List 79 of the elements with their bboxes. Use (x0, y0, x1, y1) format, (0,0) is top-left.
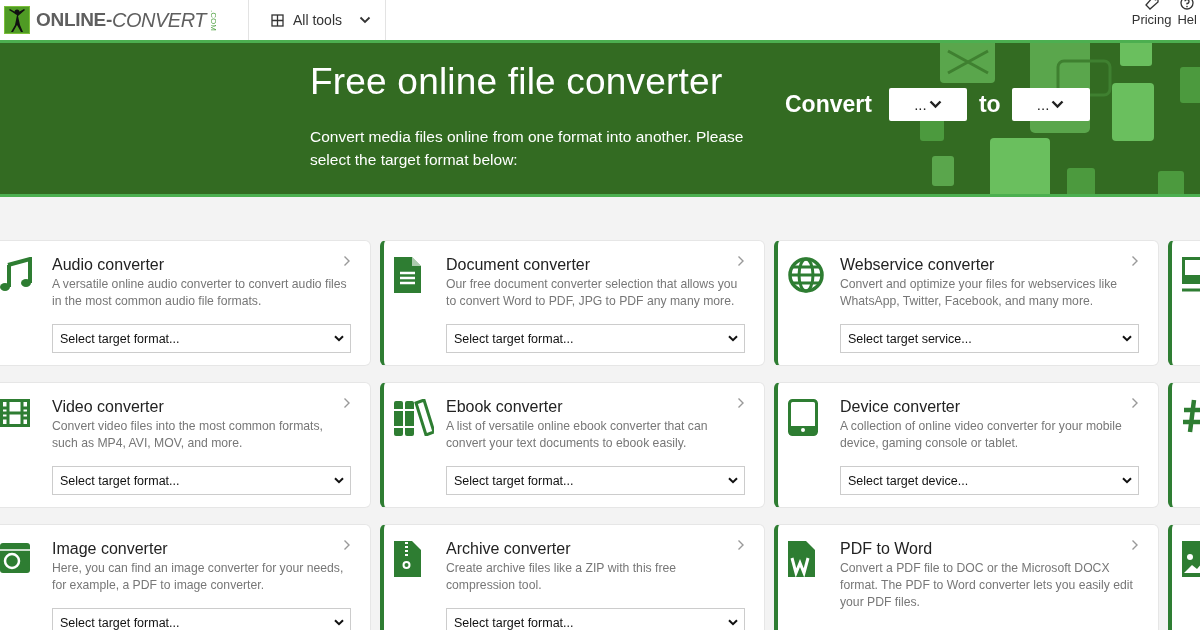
chevron-down-icon (728, 477, 738, 484)
chevron-right-icon (343, 255, 351, 267)
card-description: Convert a PDF file to DOC or the Microsoft DOCX format. The PDF to Word converter lets you easily edit your PDF files. (840, 560, 1134, 611)
converter-card[interactable]: Webservice converter Convert and optimize your files for webservices like WhatsApp, Twitter, Facebook, and many more. Select target service... (774, 240, 1159, 366)
chevron-right-icon (343, 539, 351, 551)
logo-text: ONLINE- (36, 9, 112, 31)
converter-card[interactable]: Video converter Convert video files into the most common formats, such as MP4, AVI, MOV, and more. Select target format... (0, 382, 371, 508)
converter-card[interactable]: Image converter Here, you can find an image converter for your needs, for example, a PDF to image converter. Select target format... (0, 524, 371, 630)
chevron-down-icon (1122, 335, 1132, 342)
grid-icon (271, 13, 284, 27)
chevron-right-icon (343, 397, 351, 409)
logo-icon (4, 6, 30, 34)
card-title: Video converter (52, 397, 164, 416)
card-title: Image converter (52, 539, 168, 558)
chevron-down-icon (728, 335, 738, 342)
target-format-select[interactable]: Select target format... (446, 324, 745, 353)
to-label: to (978, 91, 1001, 118)
help-icon (1180, 0, 1195, 10)
chevron-down-icon (334, 477, 344, 484)
hero-subtitle: Convert media files online from one format into another. Please select the target format below: (310, 127, 745, 170)
card-description: Our free document converter selection that allows you to convert Word to PDF, JPG to PDF any many more. (446, 276, 739, 310)
card-title: Webservice converter (840, 255, 995, 274)
card-description: A collection of online video converter for your mobile device, gaming console or tablet. (840, 418, 1123, 452)
chevron-down-icon (928, 100, 942, 109)
chevron-down-icon (1122, 477, 1132, 484)
target-format-dropdown[interactable]: ... (1011, 88, 1090, 121)
convert-label: Convert (785, 91, 872, 118)
card-description: A list of versatile online ebook converter that can convert your text documents to ebook easily. (446, 418, 709, 452)
card-title: Ebook converter (446, 397, 563, 416)
logo-suffix: .COM (208, 9, 218, 31)
chevron-right-icon (1131, 255, 1139, 267)
logo-text: CONVERT (112, 8, 206, 32)
chevron-right-icon (737, 255, 745, 267)
card-description: Convert video files into the most common formats, such as MP4, AVI, MOV, and more. (52, 418, 324, 452)
target-format-select[interactable]: Select target format... (52, 466, 351, 495)
card-title: Audio converter (52, 255, 165, 274)
zip-file-icon (394, 541, 421, 577)
chevron-down-icon (359, 16, 372, 24)
chevron-right-icon (737, 397, 745, 409)
target-format-select[interactable]: Select target device... (840, 466, 1139, 495)
chevron-down-icon (334, 619, 344, 626)
card-description: Convert and optimize your files for webservices like WhatsApp, Twitter, Facebook, and many more. (840, 276, 1119, 310)
help-link[interactable]: Hel (1174, 0, 1200, 40)
card-description: A versatile online audio converter to convert audio files in the most common audio file formats. (52, 276, 348, 310)
pricing-link[interactable]: Pricing (1128, 0, 1175, 40)
converter-card[interactable]: Device converter A collection of online video converter for your mobile device, gaming console or tablet. Select target device... (774, 382, 1159, 508)
converter-card[interactable]: PDF to Word Convert a PDF file to DOC or the Microsoft DOCX format. The PDF to Word converter lets you easily edit your PDF files. (774, 524, 1159, 630)
tablet-icon (788, 399, 818, 436)
books-icon (394, 399, 434, 436)
chevron-right-icon (1131, 539, 1139, 551)
camera-icon (0, 541, 30, 573)
target-format-select[interactable]: Select target format... (52, 324, 351, 353)
hero-title: Free online file converter (310, 61, 724, 103)
chevron-down-icon (728, 619, 738, 626)
target-format-select[interactable]: Select target format... (446, 466, 745, 495)
source-format-dropdown[interactable]: ... (888, 88, 967, 121)
globe-icon (788, 257, 824, 293)
target-format-select[interactable]: Select target format... (446, 608, 745, 630)
word-file-icon (788, 541, 815, 577)
film-strip-icon (0, 399, 30, 427)
card-title: Document converter (446, 255, 591, 274)
converter-card[interactable]: Ebook converter A list of versatile online ebook converter that can convert your text documents to ebook easily. Select target format... (380, 382, 765, 508)
target-format-select[interactable]: Select target service... (840, 324, 1139, 353)
card-title: Archive converter (446, 539, 571, 558)
converter-card[interactable]: Archive converter Create archive files like a ZIP with this free compression tool. Select target format... (380, 524, 765, 630)
card-title: PDF to Word (840, 539, 933, 558)
chevron-down-icon (1051, 100, 1065, 109)
card-description: Here, you can find an image converter for your needs, for example, a PDF to image converter. (52, 560, 345, 594)
card-title: Device converter (840, 397, 961, 416)
chevron-right-icon (1131, 397, 1139, 409)
document-icon (394, 257, 421, 293)
target-format-select[interactable]: Select target format... (52, 608, 351, 630)
converter-card[interactable]: Document converter Our free document converter selection that allows you to convert Word to PDF, JPG to PDF any many more. Select target format... (380, 240, 765, 366)
tag-icon (1143, 0, 1160, 10)
chevron-down-icon (334, 335, 344, 342)
music-note-icon (0, 257, 32, 293)
converter-card[interactable]: Audio converter A versatile online audio converter to convert audio files in the most common audio file formats. Select target format... (0, 240, 371, 366)
card-description: Create archive files like a ZIP with this free compression tool. (446, 560, 678, 594)
chevron-right-icon (737, 539, 745, 551)
